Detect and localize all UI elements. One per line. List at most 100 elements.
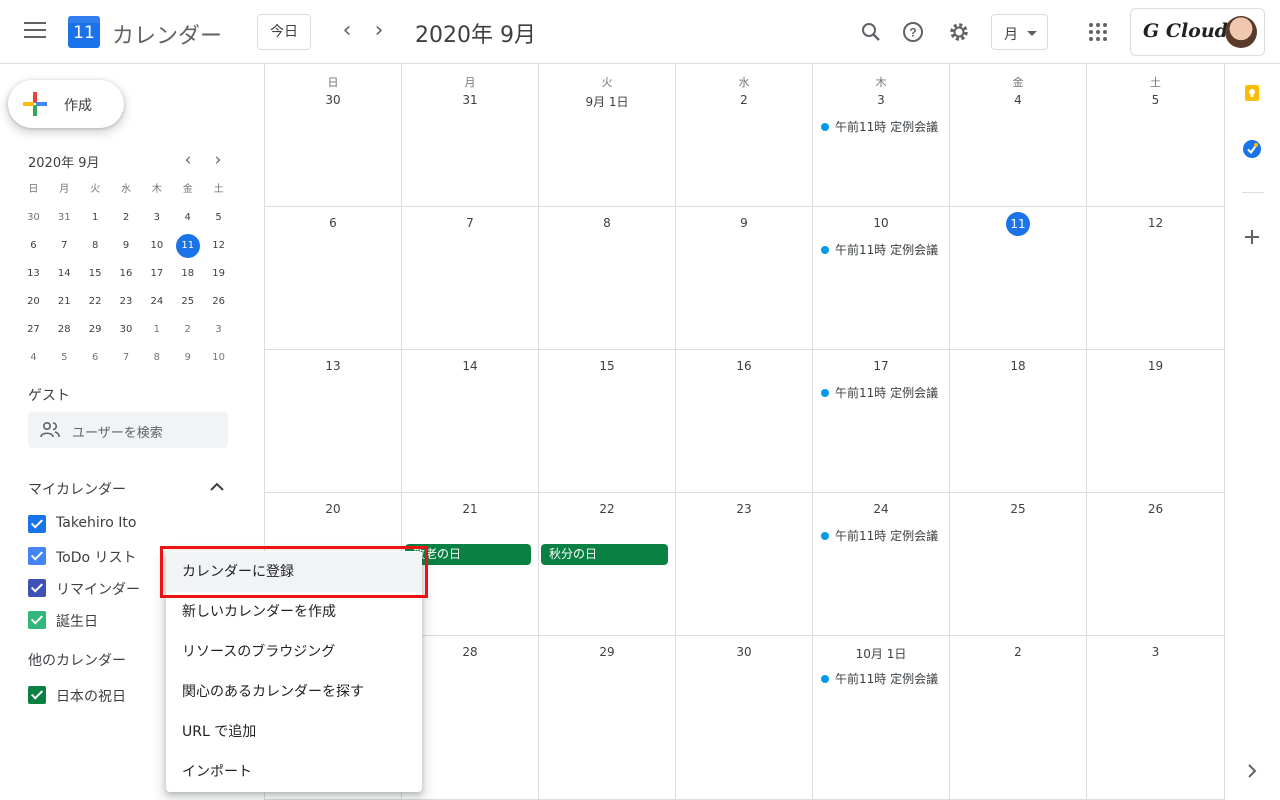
mini-day[interactable]: 10 (203, 346, 234, 374)
day-cell[interactable]: 17 午前11時 定例会議 (813, 350, 950, 493)
add-addon-icon[interactable] (1243, 228, 1261, 246)
mini-day[interactable]: 11 (172, 234, 203, 262)
mini-day[interactable]: 18 (172, 262, 203, 290)
day-number[interactable]: 29 (539, 645, 675, 659)
day-number[interactable]: 18 (950, 359, 1086, 373)
account-button[interactable]: G Cloud (1130, 8, 1265, 56)
day-cell[interactable]: 12 (1087, 207, 1225, 350)
day-number[interactable]: 16 (676, 359, 812, 373)
day-cell[interactable]: 26 (1087, 493, 1225, 636)
mini-prev-button[interactable]: ‹ (178, 150, 198, 170)
create-button[interactable]: 作成 (8, 80, 124, 128)
day-number[interactable]: 9月 1日 (539, 93, 675, 110)
day-cell[interactable]: 13 (265, 350, 402, 493)
mini-day[interactable]: 29 (80, 318, 111, 346)
mini-day[interactable]: 10 (141, 234, 172, 262)
menu-icon[interactable] (24, 22, 46, 40)
day-cell[interactable]: 23 (676, 493, 813, 636)
day-cell[interactable]: 29 (539, 636, 676, 800)
meeting-event[interactable]: 午前11時 定例会議 (821, 527, 938, 544)
holiday-event[interactable]: 秋分の日 (541, 544, 668, 565)
mini-day[interactable]: 5 (203, 206, 234, 234)
mini-day[interactable]: 2 (111, 206, 142, 234)
day-number[interactable]: 30 (676, 645, 812, 659)
day-number[interactable]: 20 (265, 502, 401, 516)
day-number[interactable]: 19 (1087, 359, 1224, 373)
guest-search-input[interactable]: ユーザーを検索 (28, 412, 228, 448)
calendar-item[interactable]: Takehiro Ito (28, 513, 228, 535)
today-button[interactable]: 今日 (257, 14, 311, 50)
day-cell[interactable]: 10 午前11時 定例会議 (813, 207, 950, 350)
mini-day[interactable]: 3 (141, 206, 172, 234)
mini-day[interactable]: 5 (49, 346, 80, 374)
day-number[interactable]: 17 (813, 359, 949, 373)
day-cell[interactable]: 8 (539, 207, 676, 350)
mini-day[interactable]: 8 (80, 234, 111, 262)
mini-day[interactable]: 7 (111, 346, 142, 374)
view-select[interactable]: 月 (991, 14, 1048, 50)
day-number[interactable]: 13 (265, 359, 401, 373)
help-icon[interactable]: ? (901, 20, 925, 44)
mini-day[interactable]: 24 (141, 290, 172, 318)
mini-day[interactable]: 30 (111, 318, 142, 346)
prev-month-button[interactable]: ‹ (335, 20, 359, 44)
day-cell[interactable]: 金4 (950, 64, 1087, 207)
mini-day[interactable]: 22 (80, 290, 111, 318)
mini-day[interactable]: 17 (141, 262, 172, 290)
mini-day[interactable]: 21 (49, 290, 80, 318)
day-number[interactable]: 31 (402, 93, 538, 107)
mini-day[interactable]: 8 (141, 346, 172, 374)
day-number[interactable]: 7 (402, 216, 538, 230)
day-number[interactable]: 23 (676, 502, 812, 516)
day-cell[interactable]: 19 (1087, 350, 1225, 493)
mini-day[interactable]: 19 (203, 262, 234, 290)
day-cell[interactable]: 日 30 (265, 64, 402, 207)
mini-day[interactable]: 1 (141, 318, 172, 346)
meeting-event[interactable]: 午前11時 定例会議 (821, 670, 938, 687)
settings-icon[interactable] (947, 20, 971, 44)
meeting-event[interactable]: 午前11時 定例会議 (821, 384, 938, 401)
day-cell[interactable]: 水2 (676, 64, 813, 207)
checkbox-checked-icon[interactable] (28, 686, 46, 704)
other-calendars-title[interactable]: 他のカレンダー (28, 650, 126, 670)
day-cell[interactable]: 木 3 午前11時 定例会議 (813, 64, 950, 207)
chevron-right-icon[interactable] (1243, 762, 1261, 780)
mini-day[interactable]: 7 (49, 234, 80, 262)
mini-day[interactable]: 12 (203, 234, 234, 262)
menu-item[interactable]: 関心のあるカレンダーを探す (166, 672, 422, 712)
day-number[interactable]: 4 (950, 93, 1086, 107)
day-cell[interactable]: 2 (950, 636, 1087, 800)
day-number[interactable]: 15 (539, 359, 675, 373)
mini-day[interactable]: 15 (80, 262, 111, 290)
day-number[interactable]: 12 (1087, 216, 1224, 230)
day-number[interactable]: 6 (265, 216, 401, 230)
mini-day[interactable]: 25 (172, 290, 203, 318)
mini-day[interactable]: 4 (18, 346, 49, 374)
mini-day[interactable]: 20 (18, 290, 49, 318)
menu-item[interactable]: URL で追加 (166, 712, 422, 752)
mini-day[interactable]: 30 (18, 206, 49, 234)
mini-day[interactable]: 31 (49, 206, 80, 234)
day-number[interactable]: 22 (539, 502, 675, 516)
mini-day[interactable]: 4 (172, 206, 203, 234)
day-cell[interactable]: 6 (265, 207, 402, 350)
mini-day[interactable]: 9 (172, 346, 203, 374)
mini-day[interactable]: 6 (18, 234, 49, 262)
mini-day[interactable]: 2 (172, 318, 203, 346)
mini-day[interactable]: 14 (49, 262, 80, 290)
day-cell[interactable]: 3 (1087, 636, 1225, 800)
search-icon[interactable] (859, 20, 883, 44)
meeting-event[interactable]: 午前11時 定例会議 (821, 241, 938, 258)
keep-icon[interactable] (1243, 84, 1261, 102)
day-number[interactable]: 3 (813, 93, 949, 107)
day-cell[interactable]: 10月 1日 午前11時 定例会議 (813, 636, 950, 800)
day-cell[interactable]: 24 午前11時 定例会議 (813, 493, 950, 636)
day-cell[interactable]: 25 (950, 493, 1087, 636)
day-number[interactable]: 10 (813, 216, 949, 230)
day-number[interactable]: 2 (676, 93, 812, 107)
menu-item[interactable]: リソースのブラウジング (166, 632, 422, 672)
mini-day[interactable]: 16 (111, 262, 142, 290)
day-cell[interactable]: 火 9月 1日 (539, 64, 676, 207)
chevron-up-icon[interactable] (208, 478, 226, 496)
checkbox-checked-icon[interactable] (28, 611, 46, 629)
